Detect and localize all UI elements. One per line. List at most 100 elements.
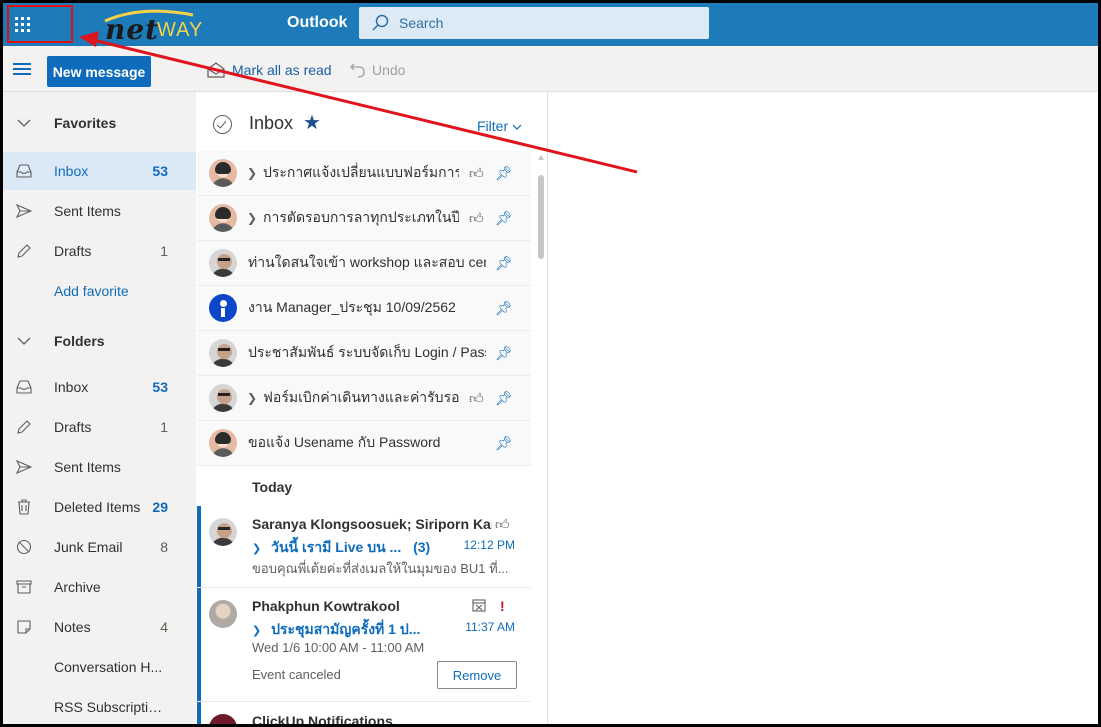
pin-icon[interactable]: 📌︎ [495, 255, 513, 272]
like-icon[interactable]: 👍︎ [469, 390, 484, 407]
pinned-message-row[interactable]: ❯ ฟอร์มเบิกค่าเดินทางและค่ารับรองส 👍︎ 📌︎ [197, 376, 531, 421]
scroll-up-icon[interactable] [538, 155, 544, 160]
favorite-sent-items[interactable]: Sent Items [3, 192, 196, 230]
like-icon[interactable]: 👍︎ [495, 516, 510, 533]
chevron-right-icon[interactable]: ❯ [252, 543, 261, 555]
top-bar: net WAY Outlook [3, 3, 1098, 46]
chevron-right-icon[interactable]: ❯ [247, 166, 257, 180]
undo-icon [350, 63, 365, 78]
folder-deleted-items[interactable]: Deleted Items 29 [3, 488, 196, 526]
chevron-right-icon[interactable]: ❯ [247, 391, 257, 405]
pin-icon[interactable]: 📌︎ [495, 210, 513, 227]
message-subject: ประชุมสามัญครั้งที่ 1 ป... [271, 621, 421, 637]
select-all-checkbox[interactable] [213, 115, 232, 134]
folder-inbox[interactable]: Inbox 53 [3, 368, 196, 406]
pinned-message-row[interactable]: ❯ การตัดรอบการลาทุกประเภทในปี 2 👍︎ 📌︎ [197, 196, 531, 241]
event-status: Event canceled [252, 667, 341, 682]
undo-label: Undo [372, 62, 406, 78]
folder-drafts[interactable]: Drafts 1 [3, 408, 196, 446]
calendar-cancel-icon [472, 598, 486, 615]
folder-junk-email[interactable]: Junk Email 8 [3, 528, 196, 566]
folders-label: Folders [54, 333, 105, 349]
star-icon[interactable]: ★ [303, 110, 321, 135]
scrollbar-thumb[interactable] [538, 175, 544, 259]
waffle-icon [15, 16, 30, 32]
chevron-right-icon[interactable]: ❯ [252, 625, 261, 637]
chevron-down-icon [15, 332, 33, 350]
folder-archive[interactable]: Archive [3, 568, 196, 606]
folder-sent-items[interactable]: Sent Items [3, 448, 196, 486]
folder-rss-subscriptions-label: RSS Subscriptio... [54, 699, 166, 715]
app-title: Outlook [287, 14, 348, 31]
chevron-right-icon[interactable]: ❯ [247, 211, 257, 225]
pinned-message-row[interactable]: ท่านใดสนใจเข้า workshop และสอบ cert 📌︎ [197, 241, 531, 286]
folder-deleted-items-label: Deleted Items [54, 499, 141, 515]
folder-inbox-label: Inbox [54, 379, 89, 395]
message-row[interactable]: Phakphun Kowtrakool ! ❯ ประชุมสามัญครั้ง… [197, 588, 531, 702]
folder-junk-email-count: 8 [160, 539, 168, 555]
hamburger-menu-icon[interactable] [13, 63, 31, 75]
folder-notes-label: Notes [54, 619, 91, 635]
folder-junk-email-label: Junk Email [54, 539, 123, 555]
pin-icon[interactable]: 📌︎ [495, 435, 513, 452]
undo-button[interactable]: Undo [349, 62, 405, 78]
inbox-icon [15, 378, 33, 396]
app-launcher-button[interactable] [7, 5, 73, 43]
folder-conversation-history[interactable]: Conversation H... [3, 648, 196, 686]
folder-notes-count: 4 [160, 619, 168, 635]
pinned-message-row[interactable]: ขอแจ้ง Usename กับ Password 📌︎ [197, 421, 531, 466]
pinned-message-subject: ประชาสัมพันธ์ ระบบจัดเก็บ Login / Passw [248, 344, 486, 360]
pencil-icon [15, 242, 33, 260]
new-message-button[interactable]: New message [47, 56, 151, 87]
message-subject-line: ❯ ประชุมสามัญครั้งที่ 1 ป... [252, 619, 420, 641]
favorite-drafts[interactable]: Drafts 1 [3, 232, 196, 270]
mark-all-read-button[interactable]: Mark all as read [207, 62, 332, 78]
remove-event-button[interactable]: Remove [437, 661, 517, 689]
pinned-message-subject: ฟอร์มเบิกค่าเดินทางและค่ารับรองส [263, 389, 459, 405]
folders-header[interactable]: Folders [3, 322, 196, 360]
avatar [209, 384, 237, 412]
folder-drafts-count: 1 [160, 419, 168, 435]
pinned-message-subject: ขอแจ้ง Usename กับ Password [248, 434, 441, 450]
message-list-header: Inbox ★ Filter [197, 92, 547, 150]
favorites-header[interactable]: Favorites [3, 104, 196, 142]
message-row[interactable]: ClickUp Notifications [197, 702, 531, 724]
scrollbar[interactable] [538, 155, 544, 724]
filter-button[interactable]: Filter [477, 118, 522, 134]
unread-indicator [197, 588, 201, 701]
pin-icon[interactable]: 📌︎ [495, 345, 513, 362]
message-time: 11:37 AM [465, 620, 515, 634]
filter-label: Filter [477, 118, 509, 134]
add-favorite-link[interactable]: Add favorite [3, 272, 196, 310]
folder-rss-subscriptions[interactable]: RSS Subscriptio... [3, 688, 196, 724]
message-sender: Phakphun Kowtrakool [252, 598, 400, 614]
chevron-down-icon [15, 114, 33, 132]
outlook-window: net WAY Outlook New message Mark all as … [3, 3, 1098, 724]
like-icon[interactable]: 👍︎ [469, 210, 484, 227]
avatar [209, 518, 237, 546]
message-list: Inbox ★ Filter ❯ ประกาศแจ้งเปลี่ยนแบบฟอร… [197, 92, 548, 724]
folder-notes[interactable]: Notes 4 [3, 608, 196, 646]
avatar [209, 600, 237, 628]
pin-icon[interactable]: 📌︎ [495, 390, 513, 407]
pinned-message-row[interactable]: ประชาสัมพันธ์ ระบบจัดเก็บ Login / Passw … [197, 331, 531, 376]
message-row[interactable]: Saranya Klongsoosuek; Siriporn Kant 👍︎ ❯… [197, 506, 531, 588]
favorite-inbox[interactable]: Inbox 53 [3, 152, 196, 190]
folder-deleted-items-count: 29 [152, 499, 168, 515]
pinned-message-subject: งาน Manager_ประชุม 10/09/2562 [248, 299, 456, 315]
unread-indicator [197, 702, 201, 724]
favorite-drafts-label: Drafts [54, 243, 92, 259]
avatar [209, 249, 237, 277]
search-input[interactable] [399, 15, 679, 31]
pinned-message-row[interactable]: ❯ ประกาศแจ้งเปลี่ยนแบบฟอร์มการข 👍︎ 📌︎ [197, 151, 531, 196]
pin-icon[interactable]: 📌︎ [495, 300, 513, 317]
pin-icon[interactable]: 📌︎ [495, 165, 513, 182]
pinned-message-row[interactable]: งาน Manager_ประชุม 10/09/2562 📌︎ [197, 286, 531, 331]
avatar [209, 714, 237, 724]
netway-logo[interactable]: net WAY [101, 7, 211, 46]
reading-pane [549, 92, 1098, 724]
message-time: 12:12 PM [463, 538, 515, 552]
envelope-open-icon [207, 62, 225, 78]
like-icon[interactable]: 👍︎ [469, 165, 484, 182]
search-box[interactable] [359, 7, 709, 39]
